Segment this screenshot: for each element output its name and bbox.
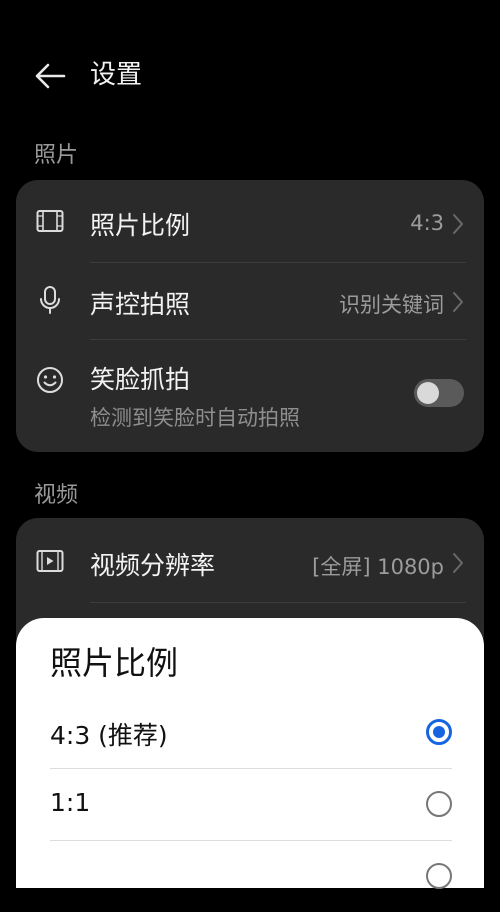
setting-voice-shutter[interactable]: 声控拍照 识别关键词 [16,263,484,339]
aspect-ratio-icon [34,205,66,237]
video-resolution-icon [34,545,66,577]
option-label: 4:3 (推荐) [50,721,168,750]
smile-icon [34,364,66,396]
chevron-right-icon [453,292,463,312]
radio-unselected[interactable] [426,791,452,817]
microphone-icon [34,284,66,316]
arrow-left-icon [35,63,66,89]
page-title: 设置 [90,60,143,90]
sheet-title: 照片比例 [50,644,179,682]
option-4-3[interactable]: 4:3 (推荐) [50,698,452,768]
toggle-knob [417,382,439,404]
setting-value: [全屏] 1080p [312,555,444,579]
setting-label: 笑脸抓拍 [90,365,191,394]
setting-value: 识别关键词 [339,293,444,317]
setting-label: 声控拍照 [90,290,191,319]
setting-value: 4:3 [410,211,444,235]
radio-selected[interactable] [426,719,452,745]
option-label: 1:1 [50,788,91,817]
setting-video-resolution[interactable]: 视频分辨率 [全屏] 1080p [16,518,484,602]
setting-label: 照片比例 [90,211,191,240]
divider [50,768,452,769]
option-3[interactable] [50,842,452,912]
back-button[interactable] [30,58,70,94]
photo-ratio-sheet: 照片比例 4:3 (推荐) 1:1 [16,618,484,889]
chevron-right-icon [453,553,463,573]
radio-unselected[interactable] [426,863,452,889]
divider [90,602,466,603]
setting-sublabel: 检测到笑脸时自动拍照 [90,406,300,430]
photo-settings-card: 照片比例 4:3 声控拍照 识别关键词 笑脸抓拍 检测到笑脸时自动拍照 [16,180,484,452]
divider [50,840,452,841]
section-label-photo: 照片 [34,143,79,168]
smile-capture-toggle[interactable] [414,379,464,407]
setting-smile-capture: 笑脸抓拍 检测到笑脸时自动拍照 [16,340,484,452]
setting-label: 视频分辨率 [90,551,216,580]
option-1-1[interactable]: 1:1 [50,770,452,840]
chevron-right-icon [453,214,463,234]
section-label-video: 视频 [34,483,79,508]
top-bar: 设置 [0,48,500,104]
setting-photo-ratio[interactable]: 照片比例 4:3 [16,180,484,262]
